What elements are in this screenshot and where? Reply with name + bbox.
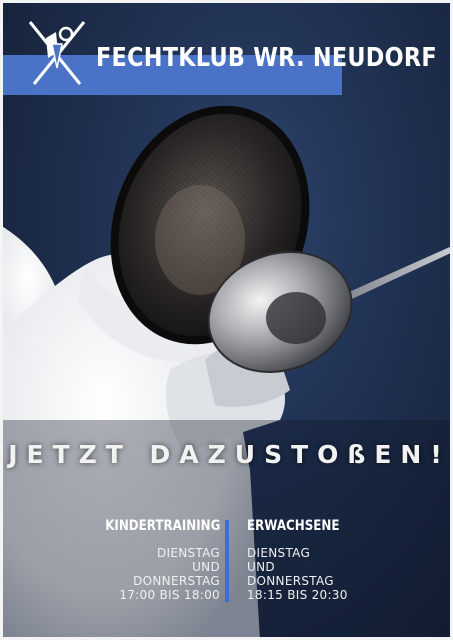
schedule-adults-line: 18:15 BIS 20:30: [247, 588, 348, 602]
crossed-swords-fencer-logo-icon: [28, 21, 86, 85]
schedule-adults: ERWACHSENE DIENSTAG UND DONNERSTAG 18:15…: [247, 518, 387, 602]
schedule-adults-title: ERWACHSENE: [247, 518, 340, 534]
schedule-adults-line: DIENSTAG: [247, 546, 311, 560]
poster: FECHTKLUB WR. NEUDORF JETZT DAZUSTOßEN! …: [0, 0, 453, 640]
schedule-kids-line: DIENSTAG: [156, 546, 220, 560]
schedule-kids-title: KINDERTRAINING: [105, 518, 221, 534]
schedule-adults-line: UND: [247, 560, 275, 574]
schedule-kids-line: 17:00 BIS 18:00: [119, 588, 220, 602]
schedule-divider: [225, 520, 229, 602]
schedule-kids-line: DONNERSTAG: [133, 574, 220, 588]
schedule-kids: KINDERTRAINING DIENSTAG UND DONNERSTAG 1…: [80, 518, 220, 602]
schedule-adults-line: DONNERSTAG: [247, 574, 334, 588]
club-name: FECHTKLUB WR. NEUDORF: [96, 43, 437, 73]
tagline: JETZT DAZUSTOßEN!: [8, 440, 451, 469]
schedule-kids-line: UND: [192, 560, 220, 574]
